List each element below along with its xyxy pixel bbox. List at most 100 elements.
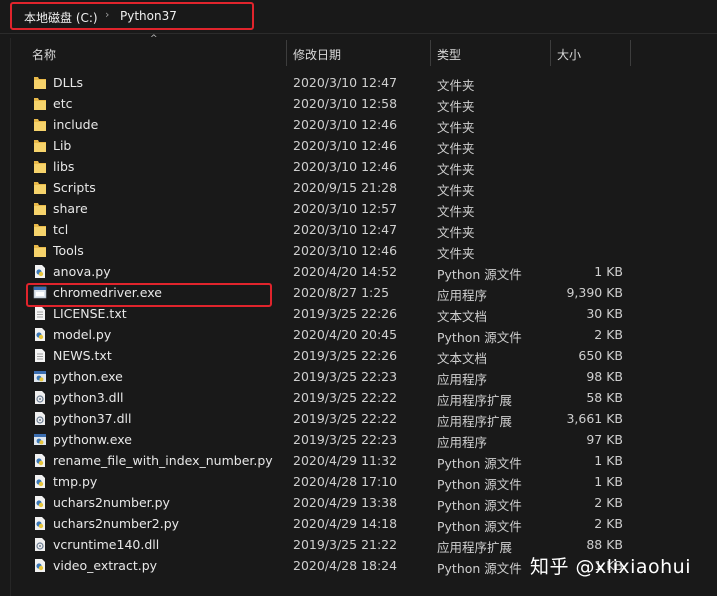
file-row[interactable]: Lib 2020/3/10 12:46 文件夹: [0, 135, 717, 156]
address-bar[interactable]: 本地磁盘 (C:) › Python37: [0, 0, 717, 34]
file-name: NEWS.txt: [53, 348, 112, 363]
python-file-icon: [33, 327, 47, 342]
file-size: 2 KB: [594, 495, 623, 510]
file-name: Lib: [53, 138, 72, 153]
file-date: 2019/3/25 22:22: [293, 411, 398, 426]
column-divider[interactable]: [430, 40, 431, 66]
file-row[interactable]: python3.dll 2019/3/25 22:22 应用程序扩展 58 KB: [0, 387, 717, 408]
column-divider[interactable]: [550, 40, 551, 66]
file-name: DLLs: [53, 75, 84, 90]
file-type: Python 源文件: [437, 267, 522, 282]
file-row[interactable]: libs 2020/3/10 12:46 文件夹: [0, 156, 717, 177]
file-date: 2020/3/10 12:57: [293, 201, 398, 216]
watermark: 知乎 @xlixiaohui: [530, 556, 691, 578]
file-row[interactable]: python.exe 2019/3/25 22:23 应用程序 98 KB: [0, 366, 717, 387]
column-divider[interactable]: [630, 40, 631, 66]
file-size: 3,661 KB: [566, 411, 623, 426]
file-type: 文件夹: [437, 99, 475, 114]
file-type: Python 源文件: [437, 456, 522, 471]
file-name: include: [53, 117, 99, 132]
file-date: 2019/3/25 22:26: [293, 306, 398, 321]
file-date: 2020/4/20 20:45: [293, 327, 398, 342]
file-size: 1 KB: [594, 453, 623, 468]
file-date: 2020/3/10 12:47: [293, 75, 398, 90]
file-date: 2019/3/25 22:23: [293, 432, 398, 447]
file-row[interactable]: tmp.py 2020/4/28 17:10 Python 源文件 1 KB: [0, 471, 717, 492]
file-name: libs: [53, 159, 75, 174]
file-date: 2020/3/10 12:58: [293, 96, 398, 111]
column-divider[interactable]: [286, 40, 287, 66]
file-type: 文件夹: [437, 162, 475, 177]
folder-icon: [33, 243, 47, 258]
file-type: 文件夹: [437, 183, 475, 198]
file-row[interactable]: pythonw.exe 2019/3/25 22:23 应用程序 97 KB: [0, 429, 717, 450]
python-file-icon: [33, 558, 47, 573]
file-name: LICENSE.txt: [53, 306, 127, 321]
column-header-size[interactable]: 大小: [557, 46, 581, 63]
file-name: vcruntime140.dll: [53, 537, 160, 552]
file-name: Scripts: [53, 180, 96, 195]
file-type: Python 源文件: [437, 561, 522, 576]
file-row[interactable]: python37.dll 2019/3/25 22:22 应用程序扩展 3,661 K…: [0, 408, 717, 429]
file-type: Python 源文件: [437, 477, 522, 492]
file-date: 2020/4/29 11:32: [293, 453, 398, 468]
file-row[interactable]: model.py 2020/4/20 20:45 Python 源文件 2 KB: [0, 324, 717, 345]
file-type: 文件夹: [437, 204, 475, 219]
file-date: 2019/3/25 21:22: [293, 537, 398, 552]
file-size: 2 KB: [594, 327, 623, 342]
file-row[interactable]: DLLs 2020/3/10 12:47 文件夹: [0, 72, 717, 93]
file-type: Python 源文件: [437, 519, 522, 534]
file-row[interactable]: uchars2number.py 2020/4/29 13:38 Python 源文…: [0, 492, 717, 513]
file-type: 应用程序扩展: [437, 540, 513, 555]
breadcrumb-drive[interactable]: 本地磁盘 (C:): [24, 9, 98, 26]
folder-icon: [33, 138, 47, 153]
file-name: python.exe: [53, 369, 123, 384]
column-header-name[interactable]: 名称: [32, 46, 56, 63]
file-type: 应用程序: [437, 435, 488, 450]
file-name: python3.dll: [53, 390, 124, 405]
folder-icon: [33, 75, 47, 90]
file-date: 2020/3/10 12:47: [293, 222, 398, 237]
file-row[interactable]: uchars2number2.py 2020/4/29 14:18 Python 源…: [0, 513, 717, 534]
file-row[interactable]: tcl 2020/3/10 12:47 文件夹: [0, 219, 717, 240]
dll-icon: [33, 411, 47, 426]
python-file-icon: [33, 516, 47, 531]
file-size: 30 KB: [586, 306, 623, 321]
breadcrumb-separator-icon[interactable]: ›: [105, 8, 109, 21]
file-size: 97 KB: [586, 432, 623, 447]
python-exe-icon: [33, 432, 47, 447]
file-name: anova.py: [53, 264, 111, 279]
file-date: 2020/4/28 17:10: [293, 474, 398, 489]
column-header-date[interactable]: 修改日期: [293, 46, 341, 63]
file-type: 文件夹: [437, 120, 475, 135]
file-row[interactable]: Scripts 2020/9/15 21:28 文件夹: [0, 177, 717, 198]
file-row[interactable]: share 2020/3/10 12:57 文件夹: [0, 198, 717, 219]
file-name: video_extract.py: [53, 558, 158, 573]
file-size: 9,390 KB: [566, 285, 623, 300]
file-name: share: [53, 201, 88, 216]
file-row[interactable]: Tools 2020/3/10 12:46 文件夹: [0, 240, 717, 261]
file-type: 文件夹: [437, 246, 475, 261]
file-size: 2 KB: [594, 516, 623, 531]
breadcrumb-folder[interactable]: Python37: [120, 9, 177, 23]
file-name: etc: [53, 96, 73, 111]
text-file-icon: [33, 348, 47, 363]
file-row[interactable]: etc 2020/3/10 12:58 文件夹: [0, 93, 717, 114]
file-row[interactable]: anova.py 2020/4/20 14:52 Python 源文件 1 KB: [0, 261, 717, 282]
file-name: uchars2number2.py: [53, 516, 180, 531]
file-row[interactable]: rename_file_with_index_number.py 2020/4/2…: [0, 450, 717, 471]
file-size: 58 KB: [586, 390, 623, 405]
file-row[interactable]: include 2020/3/10 12:46 文件夹: [0, 114, 717, 135]
file-row[interactable]: NEWS.txt 2019/3/25 22:26 文本文档 650 KB: [0, 345, 717, 366]
file-name: tcl: [53, 222, 69, 237]
column-header-type[interactable]: 类型: [437, 46, 461, 63]
python-file-icon: [33, 495, 47, 510]
file-date: 2019/3/25 22:22: [293, 390, 398, 405]
folder-icon: [33, 201, 47, 216]
file-date: 2020/3/10 12:46: [293, 138, 398, 153]
file-date: 2020/4/29 14:18: [293, 516, 398, 531]
folder-icon: [33, 96, 47, 111]
text-file-icon: [33, 306, 47, 321]
file-date: 2020/3/10 12:46: [293, 159, 398, 174]
file-name: model.py: [53, 327, 112, 342]
